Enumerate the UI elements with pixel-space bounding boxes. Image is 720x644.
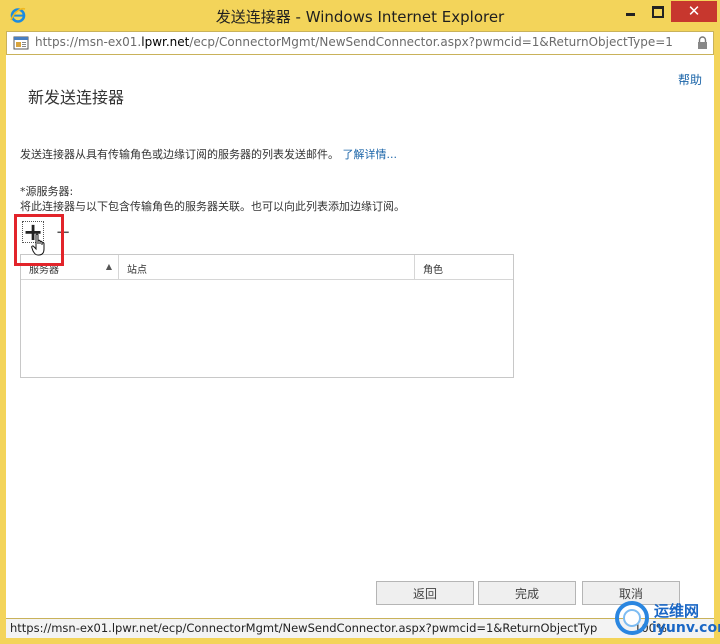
address-url: https://msn-ex01.lpwr.net/ecp/ConnectorM…: [35, 35, 673, 49]
learn-more-link[interactable]: 了解详情...: [343, 148, 398, 161]
column-header-server-label: 服务器: [29, 265, 59, 276]
column-header-site-label: 站点: [127, 265, 147, 276]
page-icon: [13, 36, 29, 50]
status-url: https://msn-ex01.lpwr.net/ecp/ConnectorM…: [10, 621, 598, 635]
status-bar: https://msn-ex01.lpwr.net/ecp/ConnectorM…: [6, 618, 714, 638]
column-header-role-label: 角色: [423, 265, 443, 276]
finish-button[interactable]: 完成: [478, 581, 576, 605]
source-server-label: *源服务器:: [20, 185, 74, 198]
page-content: 帮助 新发送连接器 发送连接器从具有传输角色或边缘订阅的服务器的列表发送邮件。 …: [6, 55, 714, 618]
page-title: 新发送连接器: [28, 88, 125, 107]
sort-ascending-icon: ▲: [105, 262, 112, 271]
address-url-prefix: https://msn-ex01.: [35, 35, 142, 49]
site-watermark: 运维网 iyunv.com: [612, 598, 720, 642]
hand-cursor-icon: [31, 233, 45, 256]
server-grid: 服务器 ▲ 站点 角色: [20, 254, 514, 378]
description-body: 发送连接器从具有传输角色或边缘订阅的服务器的列表发送邮件。: [20, 148, 339, 161]
browser-window: 发送连接器 - Windows Internet Explorer ✕ http…: [0, 0, 720, 644]
minimize-icon: [626, 13, 635, 16]
column-header-role[interactable]: 角色: [415, 255, 513, 279]
lock-icon: [698, 36, 707, 49]
address-url-host: lpwr.net: [141, 35, 190, 49]
address-url-path: /ecp/ConnectorMgmt/NewSendConnector.aspx…: [189, 35, 673, 49]
close-button[interactable]: ✕: [671, 1, 717, 22]
column-header-site[interactable]: 站点: [119, 255, 415, 279]
address-bar[interactable]: https://msn-ex01.lpwr.net/ecp/ConnectorM…: [6, 31, 714, 55]
watermark-logo-icon: [615, 601, 649, 635]
description-text: 发送连接器从具有传输角色或边缘订阅的服务器的列表发送邮件。 了解详情...: [20, 146, 397, 162]
minimize-button[interactable]: [617, 1, 644, 22]
watermark-name: 运维网: [654, 602, 700, 620]
watermark-domain: iyunv.com: [652, 620, 720, 636]
close-icon: ✕: [687, 2, 701, 20]
source-server-hint: 将此连接器与以下包含传输角色的服务器关联。也可以向此列表添加边缘订阅。: [20, 200, 405, 213]
maximize-button[interactable]: [644, 1, 671, 22]
window-title: 发送连接器 - Windows Internet Explorer: [215, 8, 505, 26]
maximize-icon: [651, 5, 664, 18]
help-link[interactable]: 帮助: [678, 71, 702, 88]
back-button[interactable]: 返回: [376, 581, 474, 605]
grid-header: 服务器 ▲ 站点 角色: [21, 255, 513, 280]
title-bar[interactable]: 发送连接器 - Windows Internet Explorer ✕: [0, 0, 720, 31]
